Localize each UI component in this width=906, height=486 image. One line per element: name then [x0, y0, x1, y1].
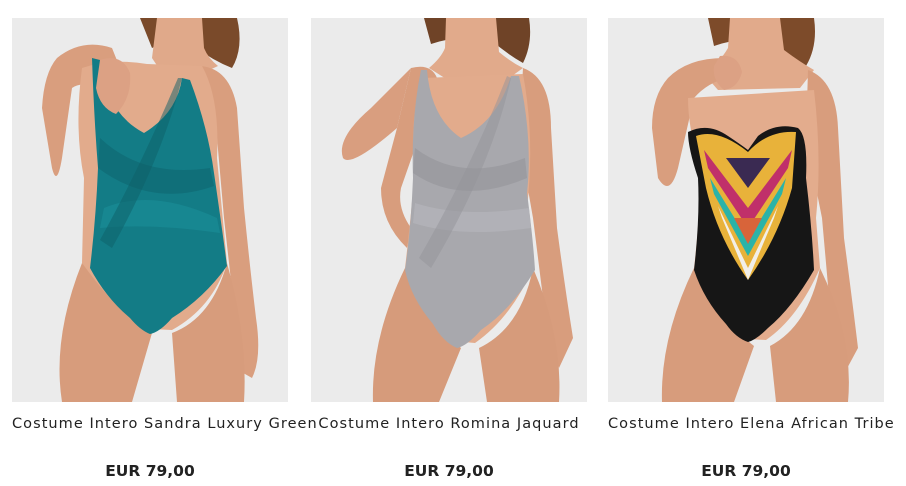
- product-name[interactable]: Costume Intero Sandra Luxury Green: [12, 416, 317, 432]
- product-image[interactable]: [608, 18, 884, 402]
- product-name[interactable]: Costume Intero Romina Jaquard: [311, 416, 587, 432]
- product-card[interactable]: Costume Intero Romina Jaquard EUR 79,00: [311, 0, 587, 486]
- product-price: EUR 79,00: [105, 462, 195, 480]
- product-name[interactable]: Costume Intero Elena African Tribe: [608, 416, 894, 432]
- product-card[interactable]: Costume Intero Elena African Tribe EUR 7…: [608, 0, 894, 486]
- product-price: EUR 79,00: [404, 462, 494, 480]
- product-price: EUR 79,00: [701, 462, 791, 480]
- product-image[interactable]: [12, 18, 288, 402]
- product-card[interactable]: Costume Intero Sandra Luxury Green EUR 7…: [12, 0, 317, 486]
- product-image[interactable]: [311, 18, 587, 402]
- product-grid: Costume Intero Sandra Luxury Green EUR 7…: [0, 0, 906, 486]
